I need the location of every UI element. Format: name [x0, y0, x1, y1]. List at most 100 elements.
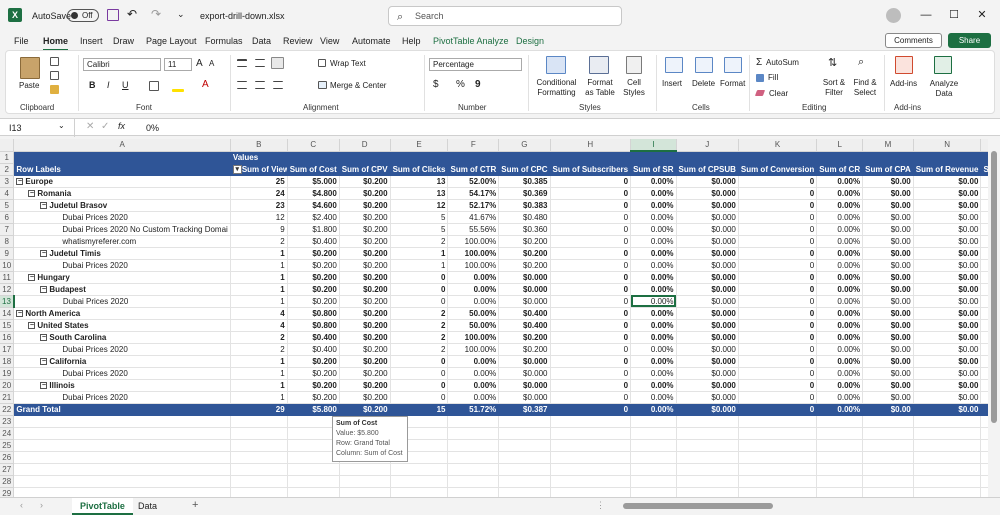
- cell[interactable]: [13, 487, 231, 497]
- row-header[interactable]: 14: [0, 307, 15, 320]
- paste-icon[interactable]: [20, 57, 40, 79]
- cell[interactable]: $0.200: [339, 174, 391, 188]
- row-header[interactable]: 12: [0, 283, 15, 296]
- cell[interactable]: 2: [390, 319, 449, 332]
- autosave-toggle[interactable]: Off: [67, 9, 99, 22]
- cell[interactable]: [447, 427, 500, 440]
- cell[interactable]: 0.00%: [816, 367, 864, 380]
- cell[interactable]: $0.000: [676, 211, 739, 224]
- format-cells-icon[interactable]: [724, 57, 742, 73]
- cell[interactable]: 15: [390, 403, 449, 416]
- cell[interactable]: 5: [390, 211, 449, 224]
- row-header[interactable]: 26: [0, 451, 15, 464]
- name-box-dropdown-icon[interactable]: ⌄: [58, 121, 65, 130]
- cell[interactable]: 12: [390, 199, 449, 212]
- cell[interactable]: [862, 487, 914, 497]
- row-header[interactable]: 8: [0, 235, 15, 248]
- row-label-cell[interactable]: − Judetul Brasov: [13, 199, 231, 212]
- cell[interactable]: $4.600: [287, 199, 340, 212]
- cell[interactable]: $0.200: [339, 235, 391, 248]
- cell[interactable]: $: [980, 174, 988, 188]
- borders-icon[interactable]: [149, 81, 159, 91]
- cell[interactable]: 2: [390, 343, 449, 356]
- cell[interactable]: $0.000: [676, 283, 739, 296]
- prev-sheet-icon[interactable]: ‹: [20, 500, 23, 510]
- cell[interactable]: $0.800: [287, 319, 340, 332]
- find-select-button[interactable]: Find & Select: [851, 78, 879, 98]
- column-header[interactable]: F: [447, 139, 500, 152]
- cell[interactable]: $0.800: [287, 306, 340, 320]
- row-label-cell[interactable]: Dubai Prices 2020: [13, 391, 231, 404]
- cell[interactable]: [498, 487, 551, 497]
- column-header[interactable]: G: [498, 139, 551, 152]
- cell[interactable]: 24: [230, 187, 288, 200]
- cell[interactable]: $0.00: [862, 223, 914, 236]
- cut-icon[interactable]: [50, 57, 59, 66]
- cell[interactable]: 51.72%: [447, 403, 500, 416]
- cell[interactable]: [498, 475, 551, 488]
- cell[interactable]: 0.00%: [816, 391, 864, 404]
- collapse-toggle-icon[interactable]: −: [40, 285, 48, 293]
- cell[interactable]: $0.00: [862, 247, 914, 260]
- cell[interactable]: [230, 475, 288, 488]
- cell[interactable]: $0.00: [913, 331, 982, 344]
- conditional-formatting-icon[interactable]: [546, 56, 566, 74]
- cell[interactable]: $5.000: [287, 174, 340, 188]
- cell[interactable]: [447, 463, 500, 476]
- column-header[interactable]: I: [630, 139, 677, 152]
- collapse-toggle-icon[interactable]: −: [16, 309, 24, 317]
- insert-function-button[interactable]: fx: [118, 121, 125, 131]
- cell[interactable]: 1: [230, 367, 288, 380]
- cell[interactable]: 0: [550, 403, 632, 416]
- formula-input[interactable]: 0%: [146, 121, 159, 135]
- cell[interactable]: [913, 427, 982, 440]
- cell[interactable]: $0.200: [339, 391, 391, 404]
- cell[interactable]: $0.00: [913, 319, 982, 332]
- minimize-icon[interactable]: —: [916, 6, 936, 24]
- cell[interactable]: 0.00%: [816, 343, 864, 356]
- cell[interactable]: 0: [738, 271, 818, 284]
- cell[interactable]: $: [980, 199, 988, 212]
- cell[interactable]: [816, 427, 864, 440]
- row-label-cell[interactable]: Dubai Prices 2020 No Custom Tracking Dom…: [13, 223, 231, 236]
- tab-formulas[interactable]: Formulas: [205, 36, 243, 46]
- column-header[interactable]: D: [339, 139, 391, 152]
- column-header[interactable]: J: [676, 139, 739, 152]
- cell[interactable]: $0.480: [498, 211, 551, 224]
- row-header[interactable]: 18: [0, 355, 15, 368]
- cell[interactable]: 13: [390, 187, 449, 200]
- cell[interactable]: $0.200: [287, 355, 340, 368]
- format-as-table-icon[interactable]: [589, 56, 609, 74]
- row-label-cell[interactable]: whatismyreferer.com: [13, 235, 231, 248]
- cell[interactable]: 0: [550, 223, 632, 236]
- delete-cells-icon[interactable]: [695, 57, 713, 73]
- collapse-toggle-icon[interactable]: −: [40, 333, 48, 341]
- cell-styles-button[interactable]: Cell Styles: [620, 78, 648, 98]
- cell[interactable]: 25: [230, 174, 288, 188]
- cell[interactable]: [862, 451, 914, 464]
- cell[interactable]: [550, 451, 632, 464]
- copy-icon[interactable]: [50, 71, 59, 80]
- cell[interactable]: [498, 427, 551, 440]
- row-label-cell[interactable]: − California: [13, 355, 231, 368]
- cell[interactable]: $0.00: [913, 199, 982, 212]
- sort-filter-button[interactable]: Sort & Filter: [821, 78, 847, 98]
- cell[interactable]: [862, 463, 914, 476]
- row-label-cell[interactable]: − North America: [13, 306, 231, 320]
- row-header[interactable]: 4: [0, 187, 15, 200]
- cell[interactable]: [676, 151, 739, 164]
- cell[interactable]: $0.00: [913, 174, 982, 188]
- cell[interactable]: $0.000: [676, 271, 739, 284]
- cell[interactable]: $0.200: [287, 271, 340, 284]
- column-header[interactable]: B: [230, 139, 288, 152]
- merge-center-button[interactable]: Merge & Center: [330, 81, 386, 90]
- add-ins-icon[interactable]: [895, 56, 913, 74]
- cell[interactable]: $0.200: [287, 259, 340, 272]
- cell[interactable]: $0.00: [913, 247, 982, 260]
- cell[interactable]: 0: [390, 283, 449, 296]
- tab-page-layout[interactable]: Page Layout: [146, 36, 197, 46]
- cell[interactable]: 0.00%: [816, 319, 864, 332]
- cell[interactable]: $0.200: [339, 403, 391, 416]
- row-label-cell[interactable]: − Judetul Timis: [13, 247, 231, 260]
- row-header[interactable]: 27: [0, 463, 15, 476]
